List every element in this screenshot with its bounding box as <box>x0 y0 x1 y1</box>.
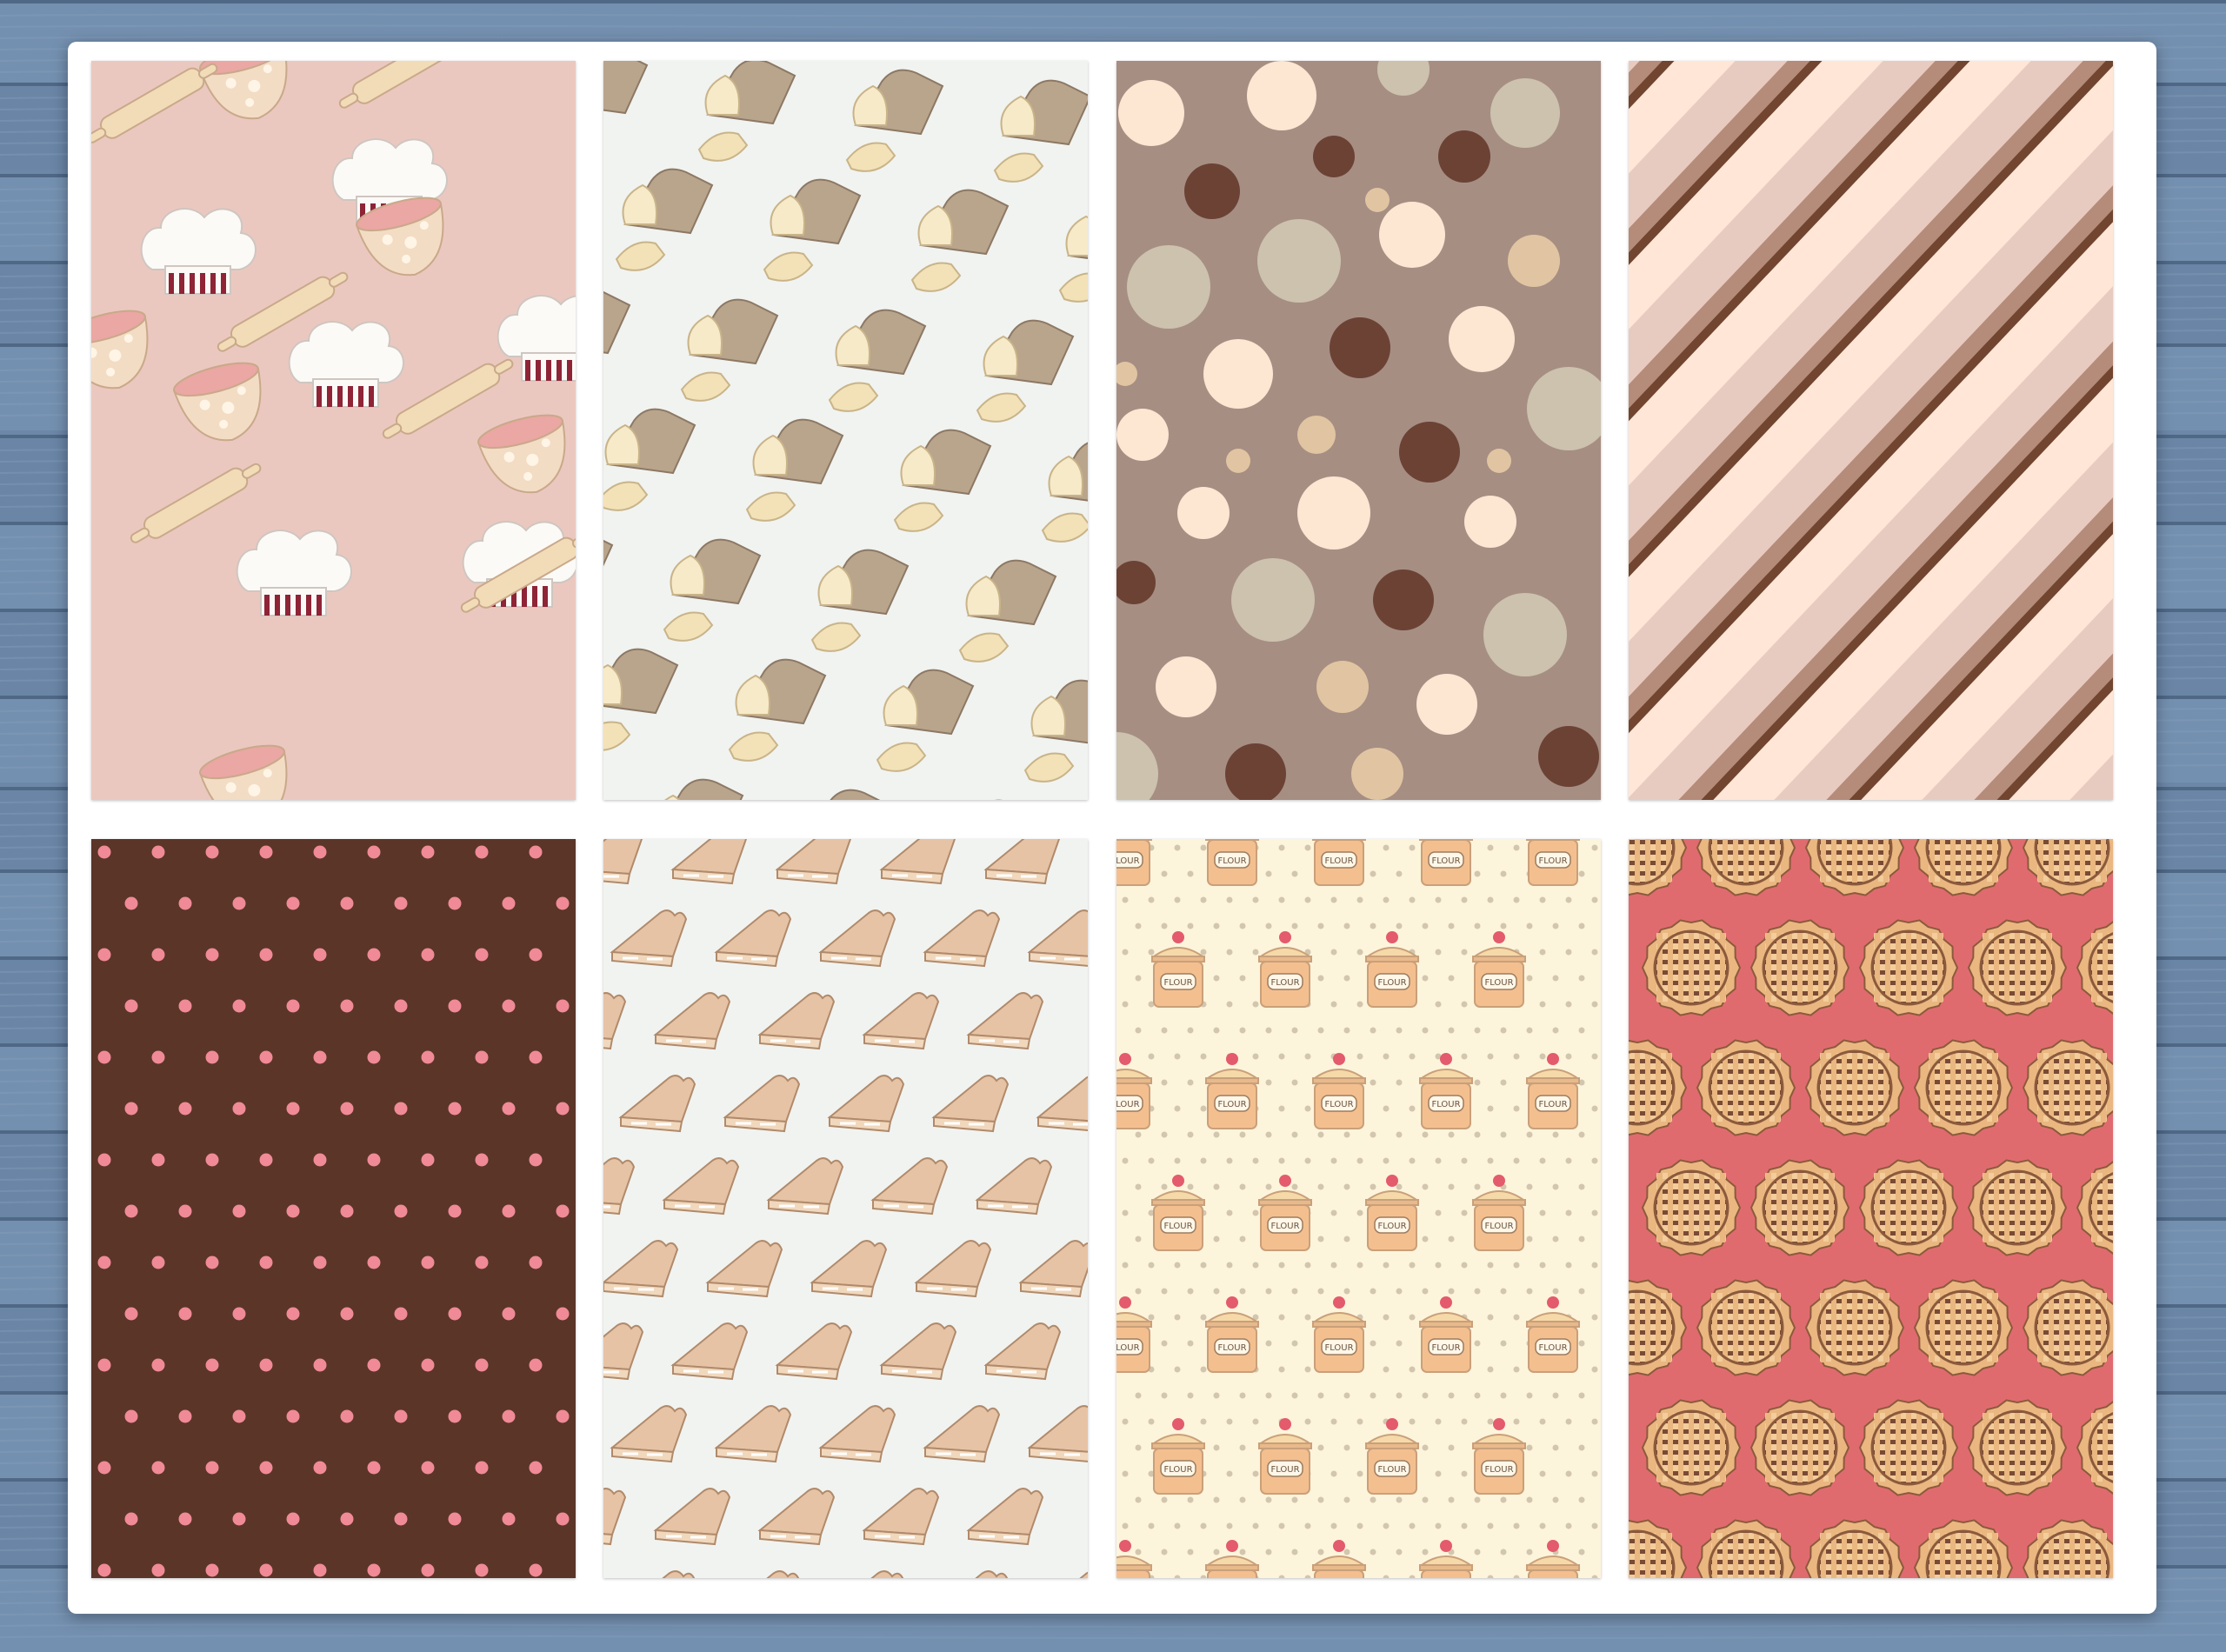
paper-chef-hats[interactable] <box>91 61 576 800</box>
svg-text:FLOUR: FLOUR <box>1163 978 1192 988</box>
paper-bread-loaves[interactable] <box>603 61 1088 800</box>
flour-jars-pattern: FLOUR FLOUR FLOUR FLOUR FLOUR FLOUR <box>1116 839 1601 1578</box>
svg-text:FLOUR: FLOUR <box>1270 1465 1299 1475</box>
svg-text:FLOUR: FLOUR <box>1484 978 1513 988</box>
svg-text:FLOUR: FLOUR <box>1116 1343 1140 1353</box>
bread-loaves-pattern <box>603 61 1088 800</box>
paper-pink-dots[interactable] <box>91 839 576 1578</box>
paper-big-polka-dots[interactable] <box>1116 61 1601 800</box>
svg-text:FLOUR: FLOUR <box>1538 1100 1567 1109</box>
svg-text:FLOUR: FLOUR <box>1116 1100 1140 1109</box>
svg-text:FLOUR: FLOUR <box>1431 856 1460 866</box>
svg-text:FLOUR: FLOUR <box>1431 1343 1460 1353</box>
svg-text:FLOUR: FLOUR <box>1377 1222 1406 1231</box>
svg-text:FLOUR: FLOUR <box>1431 1100 1460 1109</box>
svg-text:FLOUR: FLOUR <box>1377 978 1406 988</box>
pink-dots-pattern <box>91 839 576 1578</box>
svg-text:FLOUR: FLOUR <box>1324 1343 1353 1353</box>
paper-pie-slices[interactable] <box>603 839 1088 1578</box>
chef-hats-pattern <box>91 61 576 800</box>
paper-diagonal-stripes[interactable] <box>1629 61 2113 800</box>
svg-text:FLOUR: FLOUR <box>1217 1100 1246 1109</box>
pie-slices-pattern <box>603 839 1088 1578</box>
svg-text:FLOUR: FLOUR <box>1217 856 1246 866</box>
diagonal-stripes-pattern <box>1629 61 2113 800</box>
svg-text:FLOUR: FLOUR <box>1217 1343 1246 1353</box>
svg-text:FLOUR: FLOUR <box>1116 856 1140 866</box>
paper-flour-jars[interactable]: FLOUR FLOUR FLOUR FLOUR FLOUR FLOUR <box>1116 839 1601 1578</box>
svg-text:FLOUR: FLOUR <box>1538 1343 1567 1353</box>
svg-text:FLOUR: FLOUR <box>1484 1222 1513 1231</box>
svg-text:FLOUR: FLOUR <box>1270 1222 1299 1231</box>
svg-text:FLOUR: FLOUR <box>1484 1465 1513 1475</box>
lattice-pies-pattern <box>1629 839 2113 1578</box>
big-polka-dots-pattern <box>1116 61 1601 800</box>
svg-text:FLOUR: FLOUR <box>1538 856 1567 866</box>
svg-text:FLOUR: FLOUR <box>1163 1222 1192 1231</box>
paper-lattice-pies[interactable] <box>1629 839 2113 1578</box>
svg-text:FLOUR: FLOUR <box>1163 1465 1192 1475</box>
svg-text:FLOUR: FLOUR <box>1324 856 1353 866</box>
svg-text:FLOUR: FLOUR <box>1270 978 1299 988</box>
svg-text:FLOUR: FLOUR <box>1324 1100 1353 1109</box>
svg-text:FLOUR: FLOUR <box>1377 1465 1406 1475</box>
